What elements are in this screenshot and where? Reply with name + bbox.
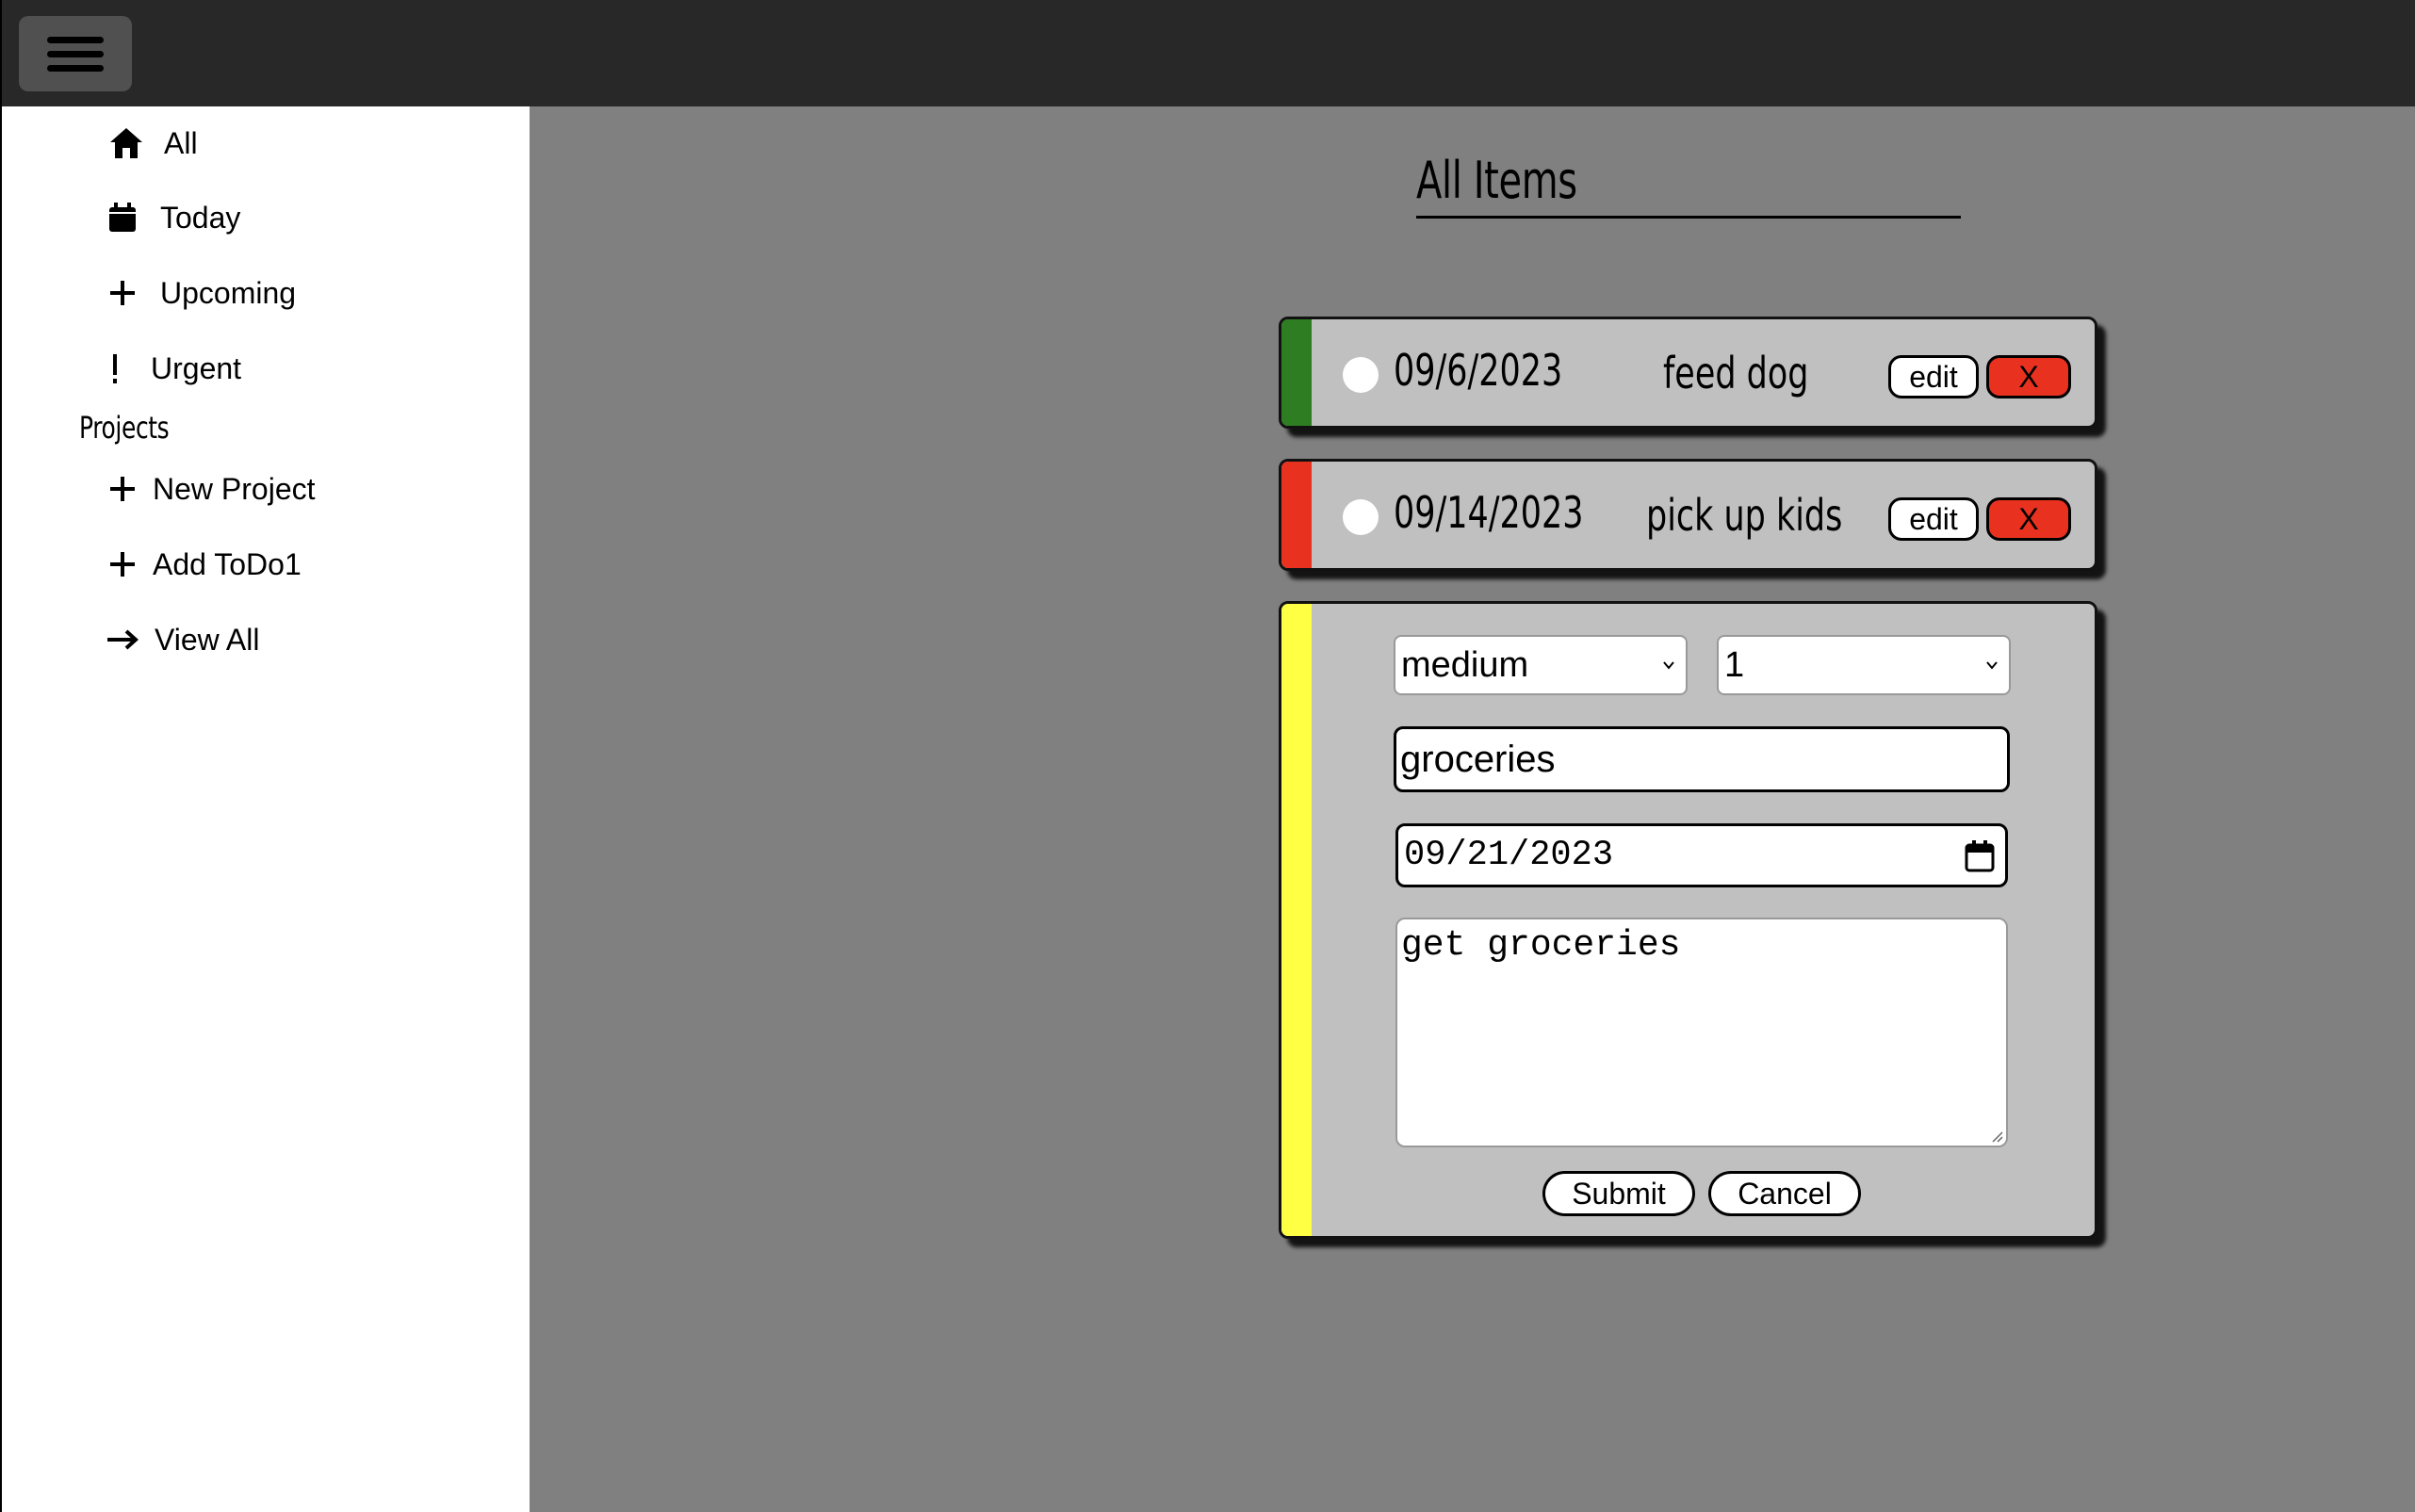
sidebar-item-all[interactable]: All — [107, 124, 198, 162]
todo-card: 09/14/2023 pick up kids edit X — [1279, 459, 2097, 571]
home-icon — [107, 124, 145, 162]
plus-icon — [104, 274, 141, 312]
page-title: All Items — [1416, 151, 1961, 219]
sidebar: All Today Upcoming Urgent Projects New P… — [0, 106, 530, 1512]
resize-grip-icon[interactable] — [1988, 1128, 2003, 1143]
date-input[interactable]: 09/21/2023 — [1395, 823, 2008, 887]
top-bar — [0, 0, 2415, 106]
description-textarea[interactable]: get groceries — [1395, 918, 2008, 1147]
project-select[interactable]: 1 — [1717, 635, 2011, 695]
chevron-down-icon — [1986, 661, 1998, 670]
projects-heading: Projects — [79, 410, 170, 446]
plus-icon — [104, 545, 141, 583]
calendar-icon[interactable] — [1964, 839, 1996, 873]
todo-date: 09/6/2023 — [1394, 345, 1563, 396]
todo-edit-form: medium 1 groceries 09/21/2023 get grocer… — [1279, 601, 2097, 1239]
description-value: get groceries — [1401, 925, 1681, 966]
priority-select[interactable]: medium — [1394, 635, 1688, 695]
calendar-icon — [104, 199, 141, 236]
edit-button[interactable]: edit — [1888, 355, 1979, 398]
sidebar-item-today[interactable]: Today — [104, 199, 240, 236]
sidebar-item-label: Upcoming — [160, 275, 297, 310]
menu-line — [47, 51, 104, 57]
todo-card: 09/6/2023 feed dog edit X — [1279, 317, 2097, 429]
sidebar-item-add-todo[interactable]: Add ToDo1 — [104, 545, 302, 583]
edit-button[interactable]: edit — [1888, 497, 1979, 541]
sidebar-item-label: Urgent — [151, 350, 242, 385]
priority-stripe — [1281, 604, 1312, 1236]
arrow-right-icon — [104, 621, 141, 658]
sidebar-item-label: All — [164, 125, 198, 160]
sidebar-item-view-all[interactable]: View All — [104, 621, 259, 658]
title-input-value: groceries — [1400, 738, 1556, 780]
project-select-value: 1 — [1724, 644, 1745, 685]
todo-date: 09/14/2023 — [1394, 487, 1584, 538]
menu-line — [47, 65, 104, 72]
todo-title: pick up kids — [1646, 490, 1843, 541]
sidebar-item-label: View All — [155, 622, 260, 657]
sidebar-item-label: New Project — [153, 471, 316, 506]
sidebar-item-urgent[interactable]: Urgent — [104, 350, 241, 387]
date-input-value: 09/21/2023 — [1404, 836, 1614, 875]
menu-line — [47, 37, 104, 43]
sidebar-item-upcoming[interactable]: Upcoming — [104, 274, 296, 312]
exclamation-icon — [104, 350, 126, 387]
delete-button[interactable]: X — [1986, 497, 2071, 541]
sidebar-item-new-project[interactable]: New Project — [104, 470, 316, 508]
sidebar-item-label: Today — [160, 200, 241, 235]
page-title-text: All Items — [1416, 151, 1577, 210]
priority-stripe — [1281, 319, 1312, 426]
complete-checkbox[interactable] — [1343, 357, 1379, 393]
submit-button[interactable]: Submit — [1542, 1171, 1695, 1216]
plus-icon — [104, 470, 141, 508]
chevron-down-icon — [1663, 661, 1674, 670]
hamburger-menu-icon[interactable] — [19, 16, 132, 91]
sidebar-item-label: Add ToDo1 — [153, 546, 302, 581]
cancel-button[interactable]: Cancel — [1708, 1171, 1861, 1216]
priority-stripe — [1281, 462, 1312, 568]
todo-title: feed dog — [1663, 348, 1809, 398]
complete-checkbox[interactable] — [1343, 499, 1379, 535]
delete-button[interactable]: X — [1986, 355, 2071, 398]
priority-select-value: medium — [1401, 644, 1529, 685]
title-input[interactable]: groceries — [1394, 726, 2010, 792]
